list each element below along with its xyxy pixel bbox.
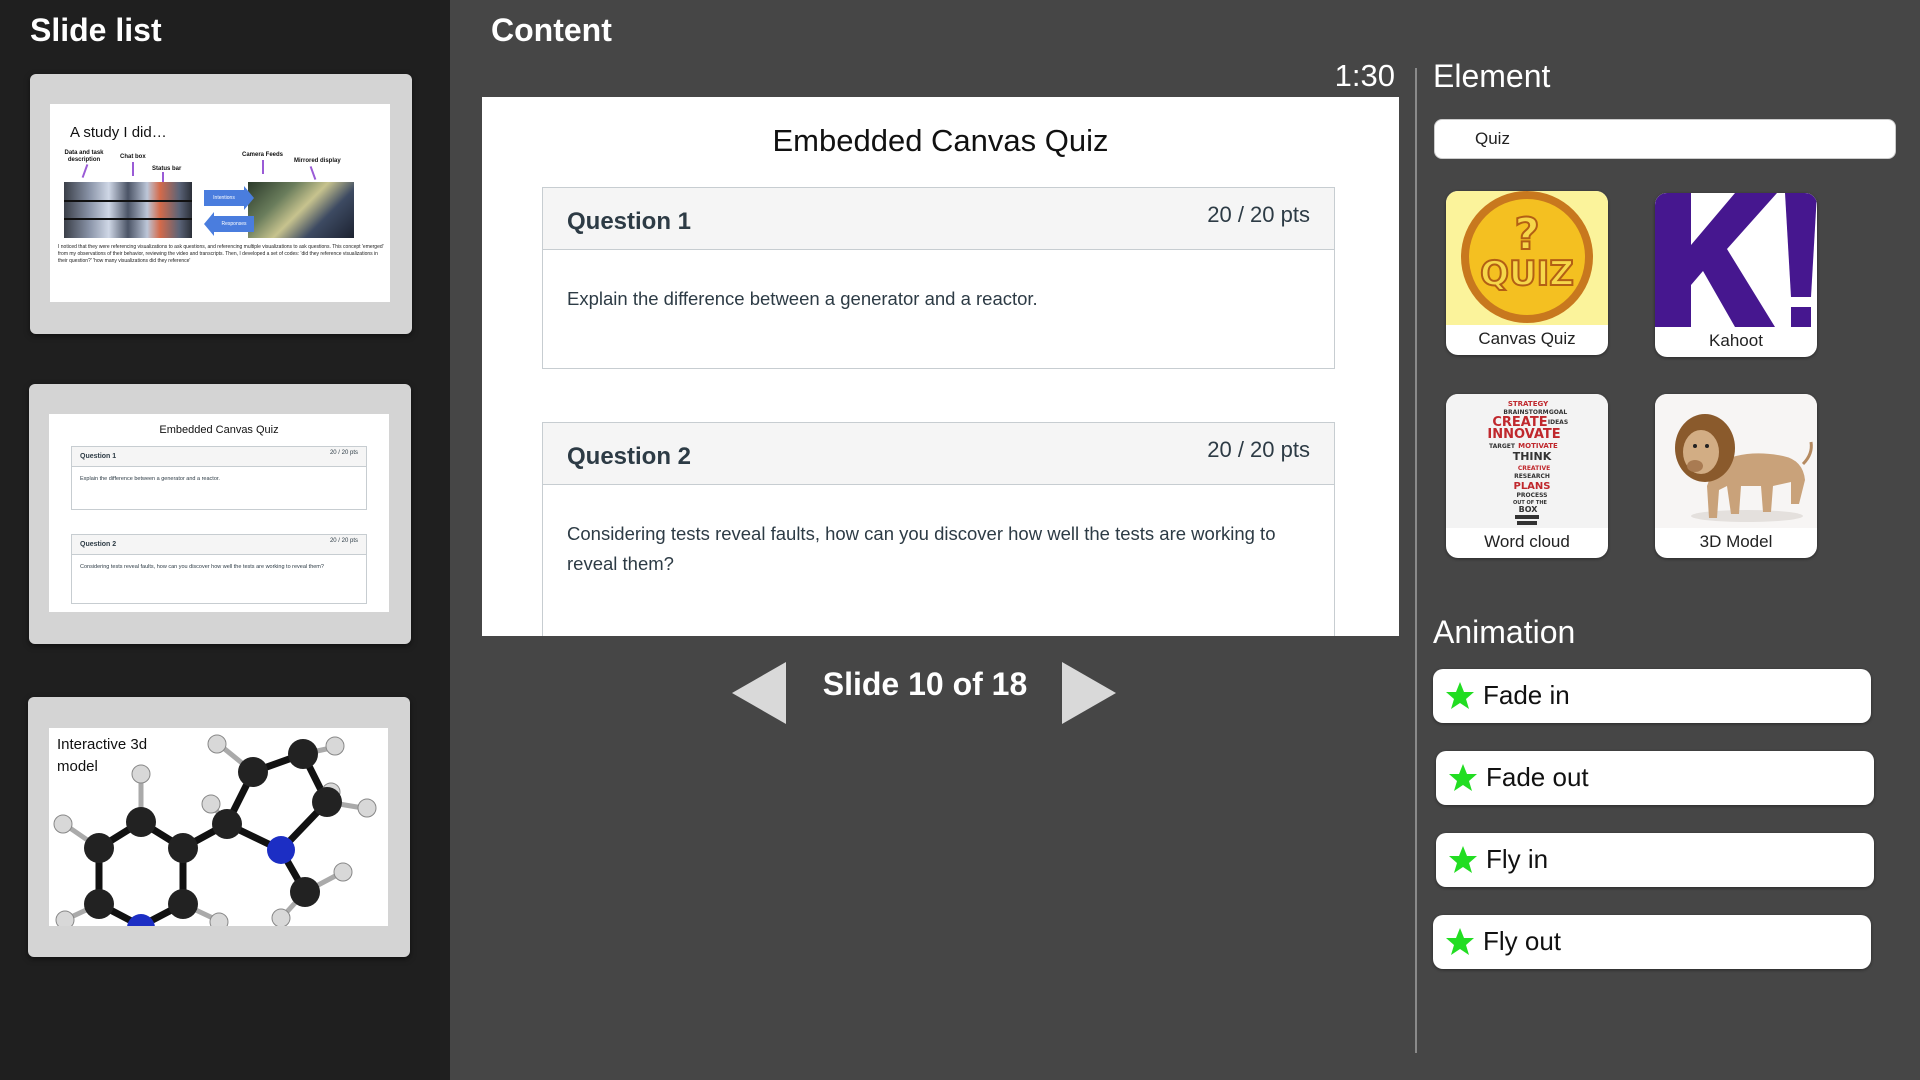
slide-list-title: Slide list [30,12,162,48]
tile-label: 3D Model [1699,532,1773,551]
animation-fly-in-button[interactable]: Fly in [1436,833,1874,887]
svg-text:THINK: THINK [1513,450,1552,463]
svg-text:PROCESS: PROCESS [1517,492,1548,499]
animation-label: Fade in [1483,680,1570,710]
word-cloud-icon: STRATEGY BRAINSTORM GOAL CREATE IDEAS IN… [1446,394,1608,528]
thumb1-control-room-image [248,182,354,238]
question-name: Question 1 [567,208,692,235]
animation-fade-out-button[interactable]: Fade out [1436,751,1874,805]
molecule-model-image [53,734,377,926]
svg-text:?: ? [1514,209,1540,260]
thumb2-title: Embedded Canvas Quiz [159,424,279,436]
thumb1-video-wall-image [64,182,192,238]
slide-thumbnail-2[interactable]: Embedded Canvas Quiz Question 1 20 / 20 … [29,384,411,644]
svg-text:PLANS: PLANS [1513,481,1550,492]
svg-text:TARGET: TARGET [1489,443,1516,450]
thumb1-pointer [309,166,317,180]
svg-text:CREATIVE: CREATIVE [1518,465,1550,472]
content-title: Content [491,12,612,48]
animation-label: Fade out [1486,762,1589,792]
question-header: Question 2 20 / 20 pts [543,423,1334,485]
animation-fly-out-button[interactable]: Fly out [1433,915,1871,969]
slide-thumbnail-3-preview: Interactive 3d model [49,728,388,926]
question-points: 20 / 20 pts [1207,437,1310,462]
star-icon [1449,764,1477,791]
thumb1-arrow-left: Responses [204,212,254,236]
slide-title: Embedded Canvas Quiz [772,123,1109,158]
animation-label: Fly out [1483,926,1562,956]
kahoot-icon [1655,193,1817,327]
svg-text:IDEAS: IDEAS [1548,419,1568,426]
quiz-art-text: QUIZ [1480,254,1574,294]
thumb1-label: Status bar [152,166,182,172]
thumb1-pointer [81,164,89,178]
svg-text:MOTIVATE: MOTIVATE [1518,442,1558,450]
triangle-right-icon [1062,662,1116,724]
svg-text:INNOVATE: INNOVATE [1487,427,1560,442]
animation-label: Fly in [1486,844,1549,874]
thumb1-body-text: I noticed that they were referencing vis… [58,244,384,264]
element-tile-canvas-quiz[interactable]: ? QUIZ Canvas Quiz [1446,191,1608,355]
element-search-input[interactable]: Quiz [1434,119,1896,159]
slide-preview[interactable]: Embedded Canvas Quiz Question 1 20 / 20 … [482,97,1399,636]
thumb2-question-text: Considering tests reveal faults, how can… [80,564,324,570]
star-icon [1449,846,1477,873]
question-points: 20 / 20 pts [1207,202,1310,227]
animation-heading: Animation [1433,614,1576,650]
tile-label: Kahoot [1709,331,1763,350]
thumb1-label: Mirrored display [294,158,341,164]
thumb2-question-card: Question 1 20 / 20 pts Explain the diffe… [71,446,367,510]
element-tile-word-cloud[interactable]: STRATEGY BRAINSTORM GOAL CREATE IDEAS IN… [1446,394,1608,558]
question-card: Question 1 20 / 20 pts Explain the diffe… [542,187,1335,369]
question-text: Explain the difference between a generat… [567,288,1038,309]
slide-thumbnail-1[interactable]: A study I did… Data and task description… [30,74,412,334]
thumb2-question-card: Question 2 20 / 20 pts Considering tests… [71,534,367,604]
next-slide-button[interactable] [1060,660,1118,726]
tile-label: Word cloud [1484,532,1570,551]
svg-text:BOX: BOX [1519,505,1539,514]
question-card: Question 2 20 / 20 pts Considering tests… [542,422,1335,636]
thumb1-pointer [262,160,264,174]
thumb1-label: Data and task description [64,150,104,163]
thumb2-question-name: Question 1 [80,453,117,460]
panel-divider [1415,68,1417,1053]
thumb1-label: Chat box [120,154,146,160]
slide-thumbnail-2-preview: Embedded Canvas Quiz Question 1 20 / 20 … [49,414,389,612]
lion-model-icon [1655,394,1817,528]
star-icon [1446,928,1474,955]
quiz-icon: ? QUIZ [1446,191,1608,325]
thumb1-arrow-right: Intentions [204,186,254,210]
element-tile-kahoot[interactable]: Kahoot [1655,193,1817,357]
svg-text:RESEARCH: RESEARCH [1514,473,1550,480]
thumb1-pointer [132,162,134,176]
thumb2-question-text: Explain the difference between a generat… [80,476,220,482]
slide-thumbnail-1-preview: A study I did… Data and task description… [50,104,390,302]
thumb2-question-pts: 20 / 20 pts [329,538,358,544]
question-text: Considering tests reveal faults, how can… [567,523,1276,574]
slide-list-panel: Slide list A study I did… Data and task … [0,0,450,1080]
triangle-left-icon [732,662,786,724]
previous-slide-button[interactable] [730,660,788,726]
svg-text:GOAL: GOAL [1549,409,1568,416]
element-tile-3d-model[interactable]: 3D Model [1655,394,1817,558]
thumb2-question-name: Question 2 [80,541,117,548]
tile-label: Canvas Quiz [1478,329,1576,348]
slide-counter: Slide 10 of 18 [822,666,1028,702]
question-header: Question 1 20 / 20 pts [543,188,1334,250]
element-heading: Element [1433,58,1551,94]
thumb1-label: Camera Feeds [242,152,284,158]
slide-thumbnail-3[interactable]: Interactive 3d model [28,697,410,957]
thumb2-question-pts: 20 / 20 pts [329,450,358,456]
animation-fade-in-button[interactable]: Fade in [1433,669,1871,723]
thumb1-title: A study I did… [70,124,167,141]
question-name: Question 2 [567,443,692,470]
star-icon [1446,682,1474,709]
svg-text:STRATEGY: STRATEGY [1508,400,1549,408]
